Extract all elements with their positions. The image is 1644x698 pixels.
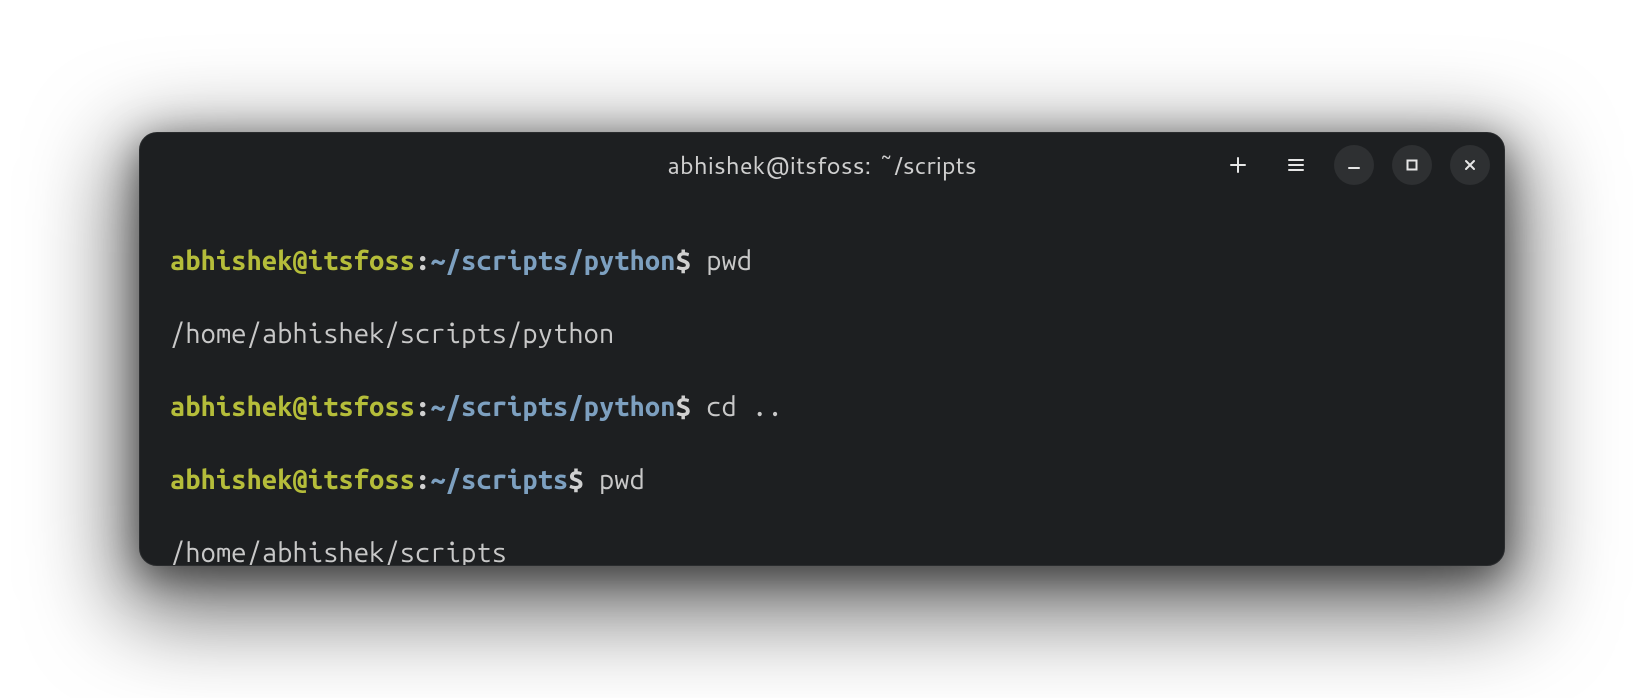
prompt-dollar: $: [568, 465, 599, 495]
terminal-line: abhishek@itsfoss:~/scripts/python$ cd ..: [170, 389, 1474, 425]
prompt-path: ~/scripts/python: [430, 246, 675, 276]
new-tab-button[interactable]: [1218, 145, 1258, 185]
maximize-icon: [1404, 157, 1420, 173]
prompt-sep: :: [415, 392, 430, 422]
prompt-userhost: abhishek@itsfoss: [170, 246, 415, 276]
prompt-path: ~/scripts/python: [430, 392, 675, 422]
prompt-path: ~/scripts: [430, 465, 568, 495]
minimize-icon: [1346, 157, 1362, 173]
titlebar-controls: [1218, 133, 1490, 197]
terminal-line: abhishek@itsfoss:~/scripts$ pwd: [170, 462, 1474, 498]
window-title: abhishek@itsfoss: ~/scripts: [667, 148, 976, 182]
prompt-sep: :: [415, 246, 430, 276]
terminal-line: abhishek@itsfoss:~/scripts/python$ pwd: [170, 243, 1474, 279]
prompt-dollar: $: [676, 392, 707, 422]
menu-button[interactable]: [1276, 145, 1316, 185]
output-line: /home/abhishek/scripts/python: [170, 316, 1474, 352]
prompt-dollar: $: [676, 246, 707, 276]
output-line: /home/abhishek/scripts: [170, 535, 1474, 566]
terminal-body[interactable]: abhishek@itsfoss:~/scripts/python$ pwd /…: [140, 197, 1504, 566]
plus-icon: [1228, 155, 1248, 175]
prompt-userhost: abhishek@itsfoss: [170, 465, 415, 495]
prompt-userhost: abhishek@itsfoss: [170, 392, 415, 422]
maximize-button[interactable]: [1392, 145, 1432, 185]
close-icon: [1462, 157, 1478, 173]
prompt-sep: :: [415, 465, 430, 495]
terminal-window: abhishek@itsfoss: ~/scripts: [139, 132, 1505, 566]
hamburger-icon: [1286, 155, 1306, 175]
command-text: pwd: [599, 465, 645, 495]
minimize-button[interactable]: [1334, 145, 1374, 185]
close-button[interactable]: [1450, 145, 1490, 185]
command-text: cd ..: [706, 392, 783, 422]
command-text: pwd: [706, 246, 752, 276]
titlebar: abhishek@itsfoss: ~/scripts: [140, 133, 1504, 197]
